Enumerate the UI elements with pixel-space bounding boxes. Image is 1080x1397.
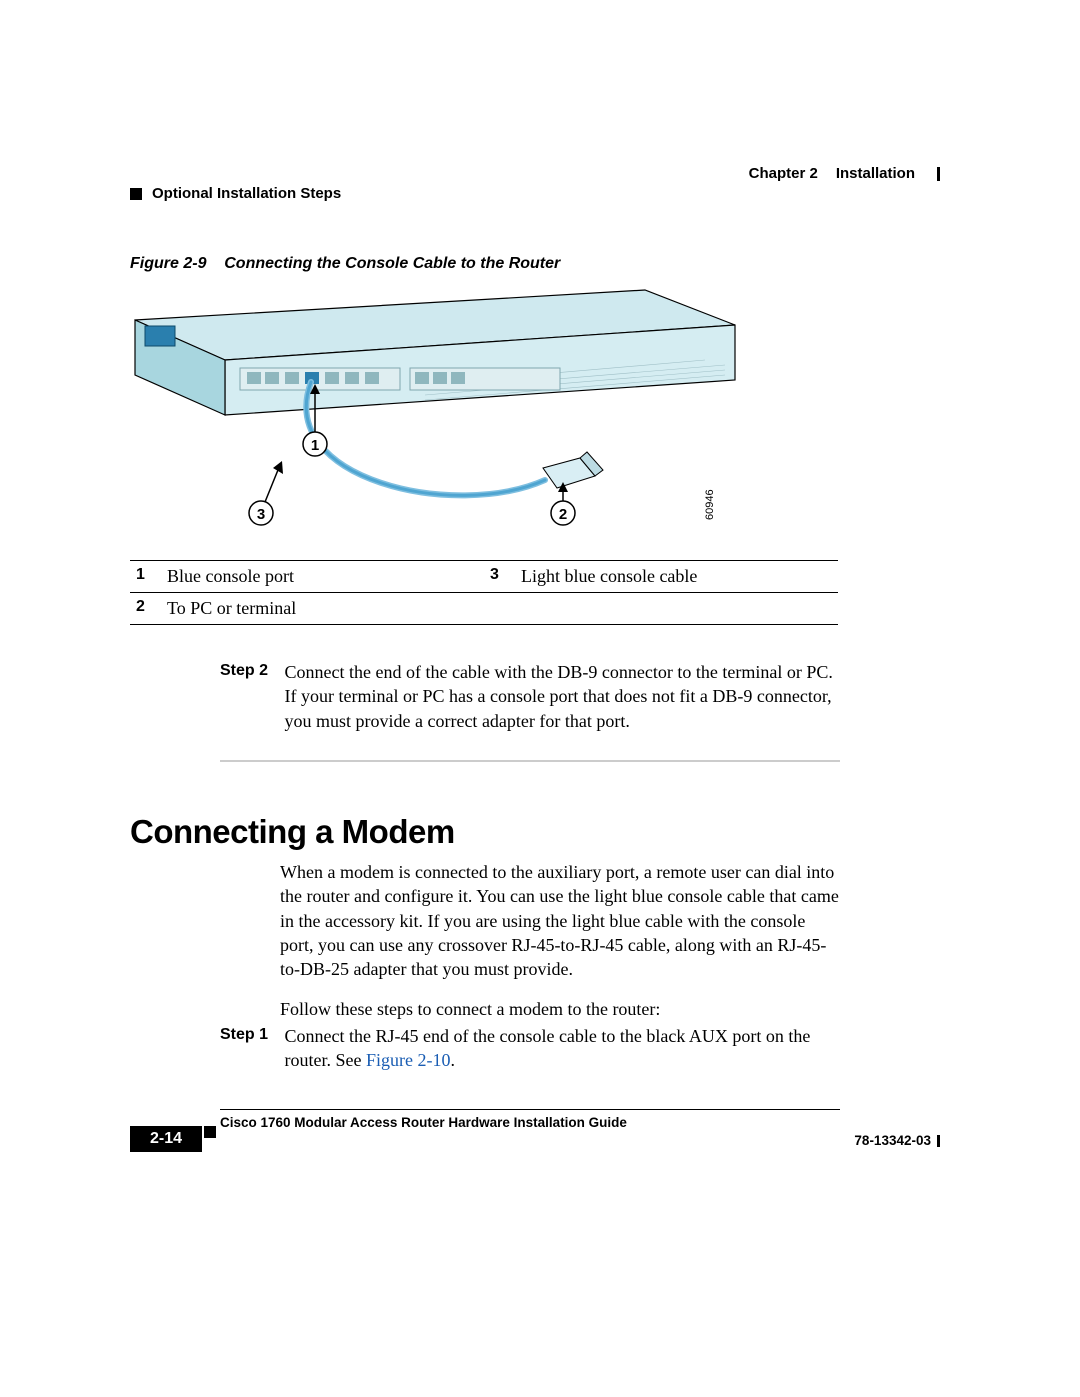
table-row: 2 To PC or terminal [130,593,838,625]
figure-number: Figure 2-9 [130,255,206,272]
legend-num: 1 [130,561,167,593]
running-head-left: Optional Installation Steps [130,185,341,202]
legend-num: 2 [130,593,167,625]
table-row: 1 Blue console port 3 Light blue console… [130,561,838,593]
legend-desc: To PC or terminal [167,593,484,625]
header-rule-icon [937,167,940,181]
step-1-block: Step 1 Connect the RJ-45 end of the cons… [220,1024,840,1073]
section-paragraph: When a modem is connected to the auxilia… [280,860,840,981]
figure-legend-table: 1 Blue console port 3 Light blue console… [130,560,838,625]
art-number: 60946 [704,489,716,520]
callout-3: 3 [257,506,265,523]
step-2-block: Step 2 Connect the end of the cable with… [220,660,840,733]
step-text-pre: Connect the RJ-45 end of the console cab… [285,1026,811,1070]
section-paragraph: Follow these steps to connect a modem to… [280,997,840,1021]
legend-desc: Blue console port [167,561,484,593]
page-number: 2-14 [130,1126,202,1152]
section-divider [220,760,840,762]
figure-title: Connecting the Console Cable to the Rout… [224,255,560,272]
step-text: Connect the end of the cable with the DB… [285,660,835,733]
step-text-post: . [450,1050,455,1070]
figure-illustration: 1 3 2 60946 [125,280,845,550]
figure-caption: Figure 2-9 Connecting the Console Cable … [130,255,560,273]
legend-num: 3 [484,561,521,593]
section-heading: Connecting a Modem [130,813,455,851]
callout-1: 1 [311,437,319,454]
black-square-icon [204,1126,216,1138]
footer-book-title: Cisco 1760 Modular Access Router Hardwar… [220,1115,627,1130]
footer-rule-icon [937,1135,940,1147]
legend-desc: Light blue console cable [521,561,838,593]
legend-num-empty [484,593,521,625]
chapter-label: Chapter 2 [749,165,818,182]
section-body: When a modem is connected to the auxilia… [280,860,840,1038]
step-label: Step 2 [220,660,280,682]
section-title: Optional Installation Steps [152,185,341,202]
chapter-title: Installation [836,165,915,182]
footer-doc-number: 78-13342-03 [854,1133,940,1148]
footer-rule [220,1109,840,1110]
step-label: Step 1 [220,1024,280,1046]
legend-desc-empty [521,593,838,625]
doc-number: 78-13342-03 [854,1133,931,1148]
figure-cross-reference[interactable]: Figure 2-10 [366,1050,451,1070]
running-head-right: Chapter 2 Installation [749,165,940,182]
callout-2: 2 [559,506,567,523]
black-square-icon [130,188,142,200]
step-text: Connect the RJ-45 end of the console cab… [285,1024,835,1073]
